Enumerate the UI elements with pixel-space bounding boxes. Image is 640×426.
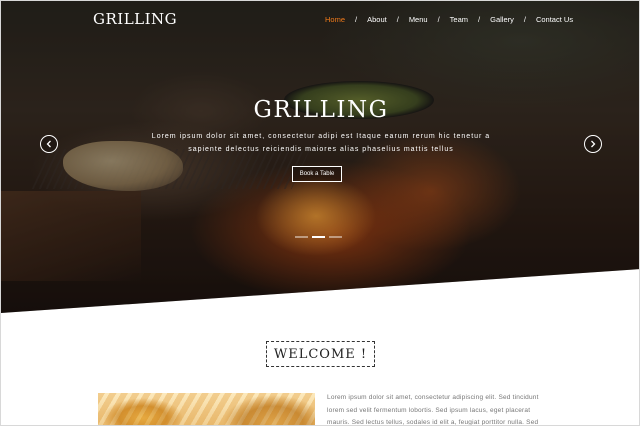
main-nav: Home / About / Menu / Team / Gallery / C… [325,15,573,24]
site-logo[interactable]: GRILLING [93,10,177,28]
slider-dots [295,236,342,238]
about-text: Lorem ipsum dolor sit amet, consectetur … [327,392,547,426]
slider-prev-button[interactable] [40,135,58,153]
slider-dot[interactable] [329,236,342,238]
about-text-line: lorem sed velit fermentum lobortis. Sed … [327,406,531,414]
welcome-heading: WELCOME ! [266,341,375,367]
food-image-fries [98,393,315,425]
nav-item-gallery[interactable]: Gallery [490,15,514,24]
about-text-line: Lorem ipsum dolor sit amet, consectetur … [327,394,539,401]
nav-item-contact[interactable]: Contact Us [536,15,573,24]
hero-text-line: Lorem ipsum dolor sit amet, consectetur … [151,133,491,140]
page: GRILLING Home / About / Menu / Team / Ga… [0,0,640,426]
about-text-line: mauris. Sed lectus tellus, sodales id el… [327,419,539,426]
hero-banner [1,1,639,313]
chevron-left-icon [46,140,51,148]
nav-separator: / [523,15,526,24]
nav-item-about[interactable]: About [367,15,387,24]
hero-text: Lorem ipsum dolor sit amet, consectetur … [121,130,521,156]
nav-separator: / [437,15,440,24]
food-image [98,393,315,425]
slider-dot[interactable] [295,236,308,238]
nav-item-home[interactable]: Home [325,15,345,24]
hero-overlay [1,1,639,313]
slider-dot[interactable] [312,236,325,238]
nav-item-team[interactable]: Team [450,15,468,24]
nav-item-menu[interactable]: Menu [409,15,428,24]
nav-separator: / [396,15,399,24]
slider-next-button[interactable] [584,135,602,153]
chevron-right-icon [591,140,596,148]
nav-separator: / [478,15,481,24]
hero-title: GRILLING [253,97,389,123]
book-table-button[interactable]: Book a Table [292,166,342,182]
hero-text-line: sapiente delectus reiciendis maiores ali… [188,146,454,153]
nav-separator: / [355,15,358,24]
